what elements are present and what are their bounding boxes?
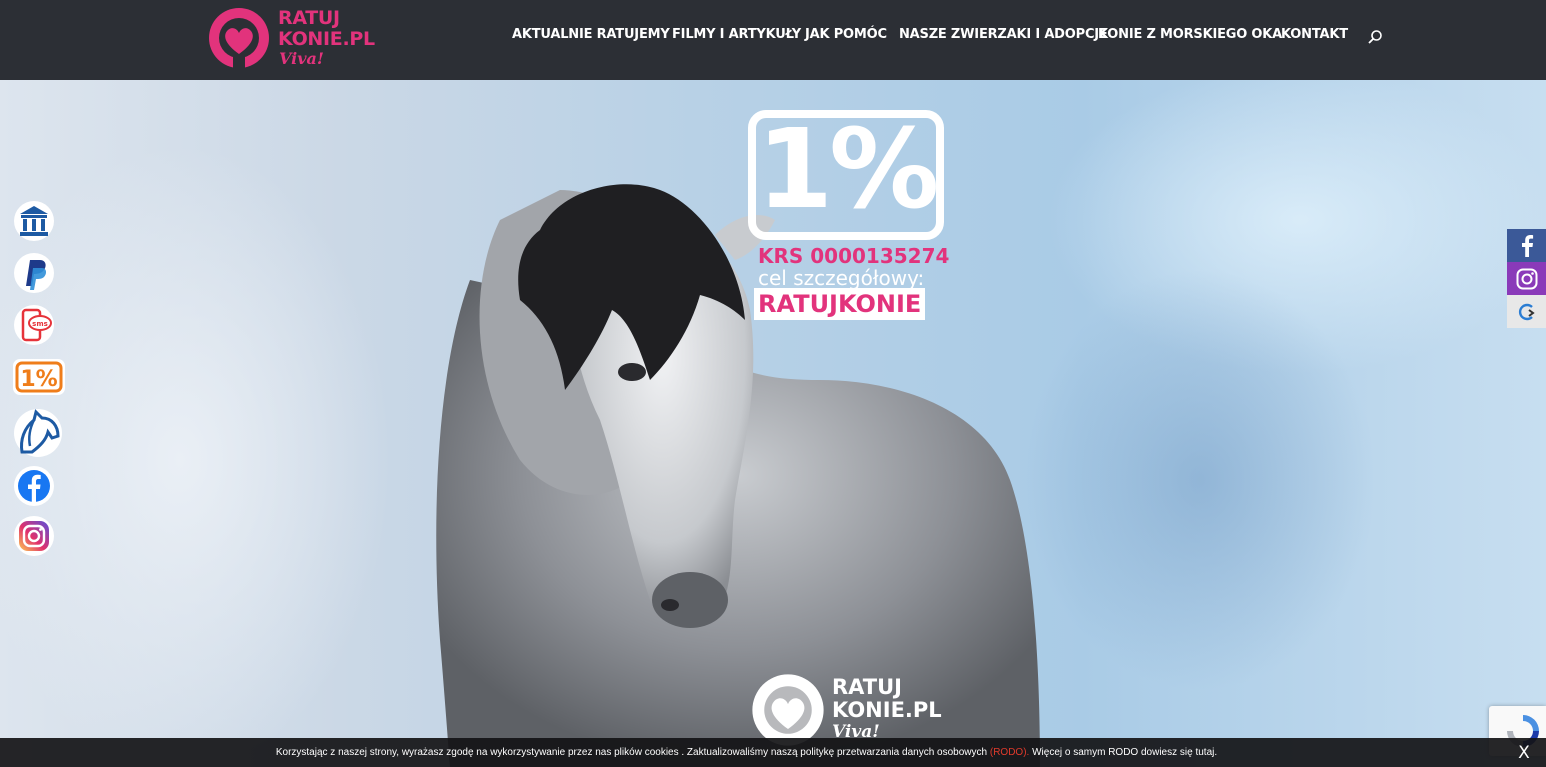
ratujkonie-tag: RATUJKONIE xyxy=(754,288,926,320)
nav-item-kontakt[interactable]: KONTAKT xyxy=(1281,27,1348,42)
facebook-icon xyxy=(1521,234,1533,257)
svg-text:1%: 1% xyxy=(20,367,57,392)
logo-line1: RATUJ xyxy=(278,7,340,29)
bank-icon[interactable] xyxy=(12,200,56,241)
hero-logo-line1: RATUJ xyxy=(832,675,902,699)
share-icon xyxy=(1518,303,1535,320)
right-instagram-button[interactable] xyxy=(1507,262,1546,295)
hero-logo-line2: KONIE.PL xyxy=(832,698,942,722)
nav-item-konie-z-morskiego-oka[interactable]: KONIE Z MORSKIEGO OKA xyxy=(1098,27,1282,42)
horseshoe-heart-logo-icon xyxy=(209,8,269,70)
sms-icon[interactable]: sms xyxy=(12,304,56,345)
nav-item-aktualnie-ratujemy[interactable]: AKTUALNIE RATUJEMY xyxy=(512,27,670,42)
nav-item-filmy-i-artykuly[interactable]: FILMY I ARTYKUŁY xyxy=(672,27,801,42)
horseshoe-heart-logo-icon xyxy=(752,674,824,746)
nav-item-jak-pomoc[interactable]: JAK POMÓC xyxy=(805,27,887,42)
site-logo[interactable]: RATUJ KONIE.PL Viva! xyxy=(207,6,377,72)
hero-banner: 1% KRS 0000135274 cel szczegółowy: RATUJ… xyxy=(0,80,1546,767)
cookie-text-main: Korzystając z naszej strony, wyrażasz zg… xyxy=(275,747,990,758)
cookie-text-more[interactable]: Więcej o samym RODO dowiesz się tutaj. xyxy=(1029,747,1217,758)
right-facebook-button[interactable] xyxy=(1507,229,1546,262)
logo-script: Viva! xyxy=(279,49,324,68)
svg-text:sms: sms xyxy=(32,320,48,328)
horse-head-icon[interactable] xyxy=(12,406,62,457)
cookie-consent-bar: Korzystając z naszej strony, wyrażasz zg… xyxy=(0,738,1546,767)
logo-line2: KONIE.PL xyxy=(278,28,375,50)
right-share-button[interactable] xyxy=(1507,295,1546,328)
one-percent-icon[interactable]: 1% xyxy=(12,356,65,396)
facebook-icon[interactable] xyxy=(12,465,56,506)
one-percent-text: 1% xyxy=(756,105,940,233)
cookie-text: Korzystając z naszej strony, wyrażasz zg… xyxy=(0,747,1493,758)
cel-szczegolowy: cel szczegółowy: xyxy=(758,266,925,290)
paypal-icon[interactable] xyxy=(12,252,56,293)
nav-item-nasze-zwierzaki[interactable]: NASZE ZWIERZAKI I ADOPCJE xyxy=(899,27,1108,42)
one-percent-badge: 1% KRS 0000135274 cel szczegółowy: RATUJ… xyxy=(748,105,949,320)
search-icon[interactable] xyxy=(1367,29,1383,45)
instagram-icon xyxy=(1516,268,1537,289)
instagram-icon[interactable] xyxy=(12,515,56,556)
rodo-link[interactable]: (RODO). xyxy=(990,747,1029,758)
krs-number: KRS 0000135274 xyxy=(758,244,950,268)
cookie-close-button[interactable]: X xyxy=(1514,743,1534,763)
site-header: RATUJ KONIE.PL Viva! AKTUALNIE RATUJEMY … xyxy=(0,0,1546,80)
